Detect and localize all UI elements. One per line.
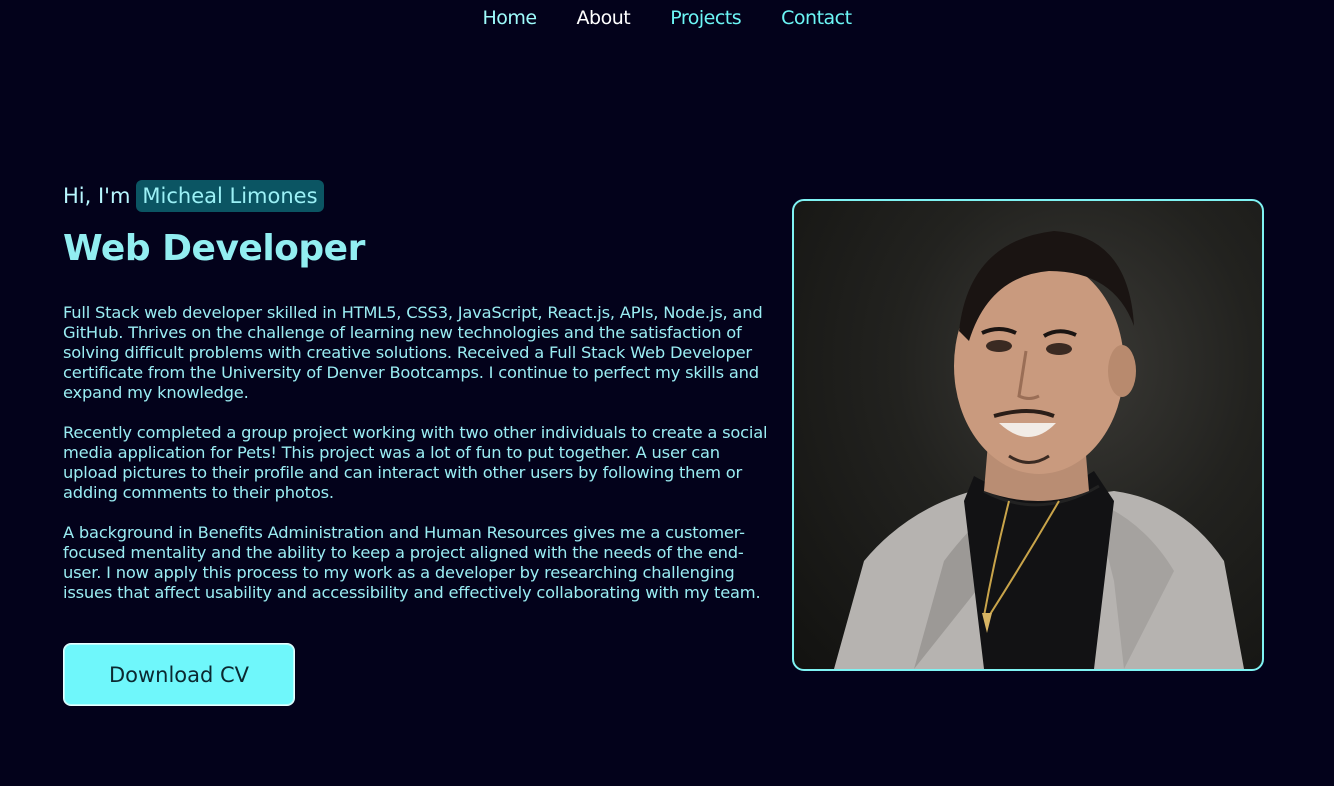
nav-projects-link[interactable]: Projects (670, 6, 741, 30)
greeting-text: Hi, I'm (63, 184, 131, 208)
nav-home-link[interactable]: Home (482, 6, 537, 30)
portrait-illustration (834, 231, 1244, 669)
download-cv-button[interactable]: Download CV (63, 643, 295, 706)
profile-photo (792, 199, 1264, 671)
bio-paragraph-2: Recently completed a group project worki… (63, 423, 768, 502)
main-nav: Home About Projects Contact (0, 6, 1334, 30)
hero-text: Hi, I'm Micheal Limones Web Developer Fu… (63, 177, 773, 603)
bio-paragraph-3: A background in Benefits Administration … (63, 523, 761, 602)
name-badge: Micheal Limones (136, 180, 324, 212)
greeting-line: Hi, I'm Micheal Limones (63, 177, 773, 215)
page-title: Web Developer (63, 228, 365, 269)
bio-paragraph-1: Full Stack web developer skilled in HTML… (63, 303, 763, 402)
nav-about-link[interactable]: About (577, 6, 631, 30)
nav-contact-link[interactable]: Contact (781, 6, 852, 30)
